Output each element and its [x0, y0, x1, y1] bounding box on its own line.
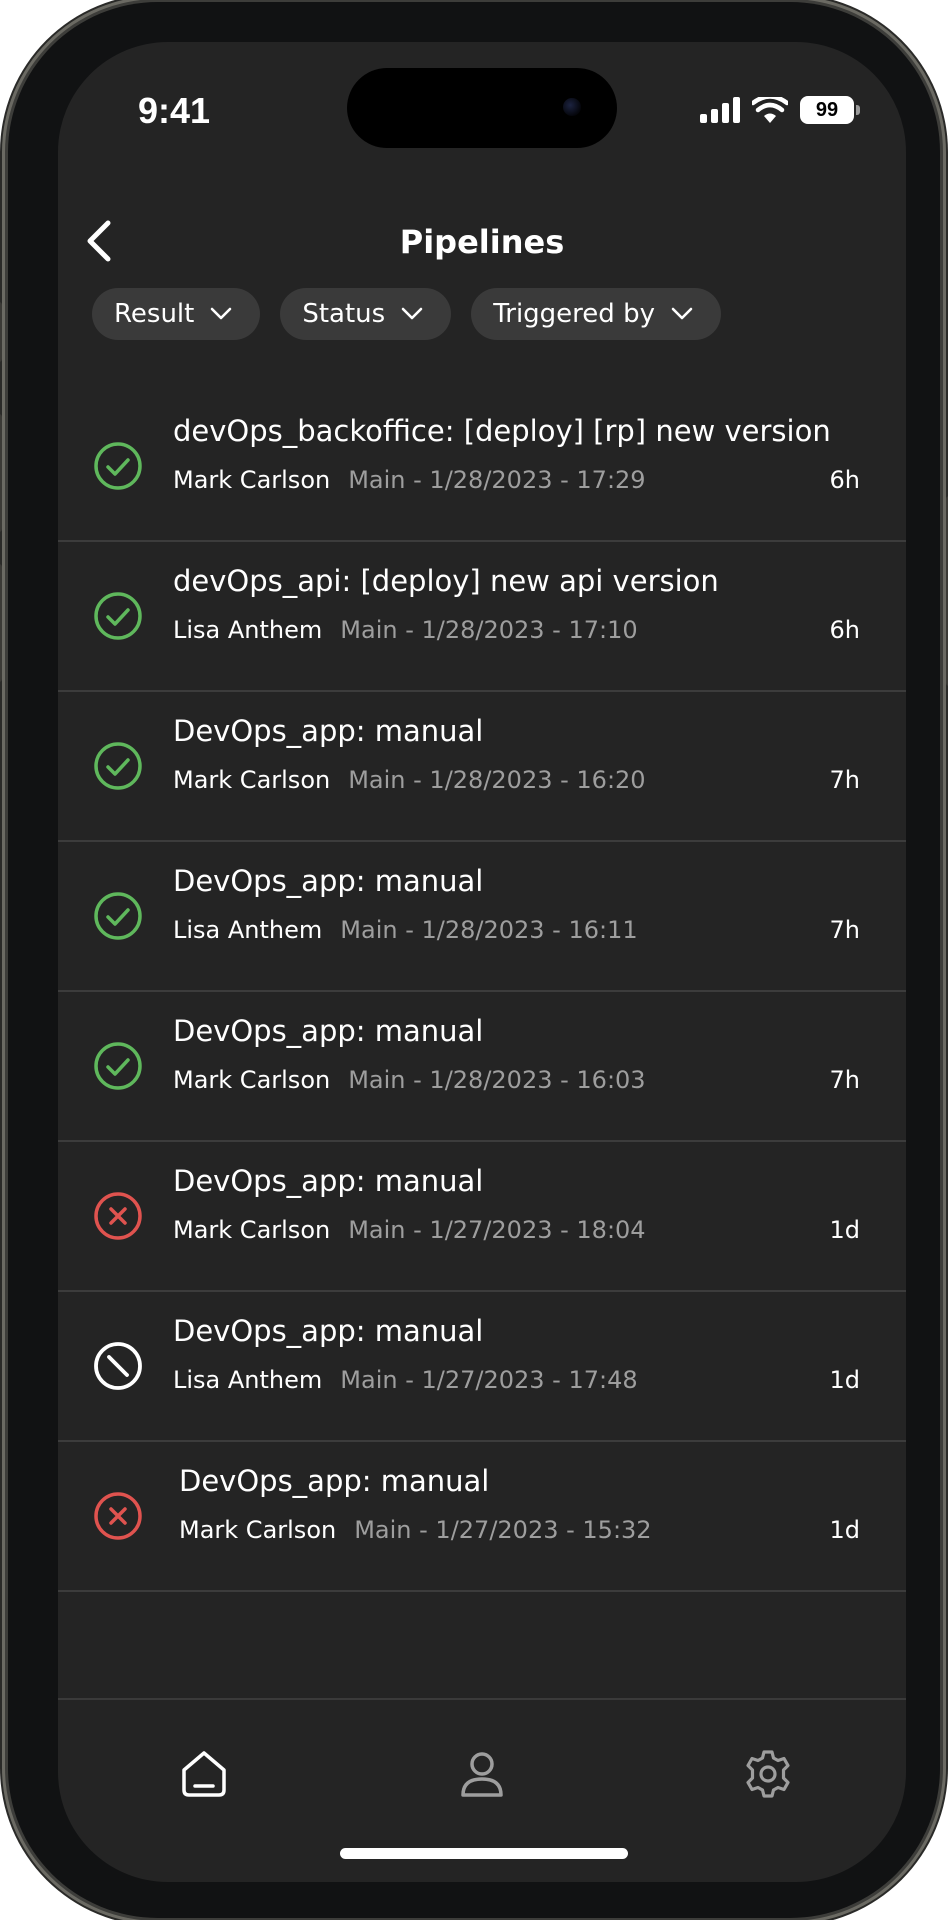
- pipeline-meta: Mark Carlson Main - 1/28/2023 - 16:20: [173, 766, 646, 794]
- chevron-down-icon: [671, 307, 693, 320]
- home-icon: [182, 1751, 226, 1797]
- tab-settings[interactable]: [740, 1746, 796, 1802]
- pipeline-author: Lisa Anthem: [173, 1366, 323, 1394]
- pipeline-row[interactable]: DevOps_app: manual Mark Carlson Main - 1/…: [58, 1442, 906, 1592]
- pipeline-branch: Main - 1/28/2023 - 16:20: [348, 766, 646, 794]
- pipeline-age: 7h: [829, 1066, 860, 1094]
- pipeline-branch: Main - 1/28/2023 - 16:11: [340, 916, 638, 944]
- phone-frame: 9:41 99 Pipelines Result Status Triggere…: [0, 2, 948, 1918]
- pipeline-age: 6h: [829, 616, 860, 644]
- pipeline-row[interactable]: devOps_backoffice: [deploy] [rp] new ver…: [58, 392, 906, 542]
- camera-icon: [563, 98, 581, 116]
- page-title: Pipelines: [399, 223, 565, 261]
- pipeline-age: 1d: [829, 1216, 860, 1244]
- success-check-icon: [94, 892, 142, 940]
- success-check-icon: [94, 442, 142, 490]
- filter-triggered-by[interactable]: Triggered by: [471, 288, 721, 340]
- pipeline-author: Lisa Anthem: [173, 916, 323, 944]
- pipeline-meta: Lisa Anthem Main - 1/28/2023 - 17:10: [173, 616, 638, 644]
- pipeline-branch: Main - 1/27/2023 - 17:48: [340, 1366, 638, 1394]
- tab-home[interactable]: [176, 1746, 232, 1802]
- tab-profile[interactable]: [454, 1746, 510, 1802]
- battery-level: 99: [815, 99, 839, 121]
- pipeline-row[interactable]: DevOps_app: manual Lisa Anthem Main - 1/2…: [58, 842, 906, 992]
- pipeline-age: 1d: [829, 1516, 860, 1544]
- pipeline-title: DevOps_app: manual: [179, 1464, 490, 1498]
- pipeline-author: Mark Carlson: [173, 466, 331, 494]
- pipeline-meta: Lisa Anthem Main - 1/28/2023 - 16:11: [173, 916, 638, 944]
- pipeline-meta: Mark Carlson Main - 1/28/2023 - 16:03: [173, 1066, 646, 1094]
- chevron-down-icon: [211, 307, 232, 320]
- pipeline-title: DevOps_app: manual: [173, 864, 484, 898]
- battery-icon: 99: [800, 96, 860, 124]
- action-button: [0, 302, 2, 362]
- pipeline-branch: Main - 1/28/2023 - 16:03: [348, 1066, 646, 1094]
- pipeline-author: Mark Carlson: [173, 1216, 331, 1244]
- pipeline-title: DevOps_app: manual: [173, 1314, 484, 1348]
- pipeline-author: Mark Carlson: [179, 1516, 337, 1544]
- filter-status[interactable]: Status: [280, 288, 452, 340]
- pipeline-author: Lisa Anthem: [173, 616, 323, 644]
- pipeline-author: Mark Carlson: [173, 766, 331, 794]
- status-icons: 99: [700, 92, 860, 128]
- pipeline-branch: Main - 1/28/2023 - 17:10: [340, 616, 638, 644]
- chevron-down-icon: [401, 307, 423, 320]
- failed-x-icon: [94, 1492, 142, 1540]
- home-indicator: [340, 1848, 628, 1859]
- pipeline-meta: Mark Carlson Main - 1/27/2023 - 18:04: [173, 1216, 646, 1244]
- pipeline-author: Mark Carlson: [173, 1066, 331, 1094]
- cellular-signal-icon: [700, 97, 740, 123]
- pipeline-row[interactable]: DevOps_app: manual Mark Carlson Main - 1/…: [58, 692, 906, 842]
- pipeline-meta: Lisa Anthem Main - 1/27/2023 - 17:48: [173, 1366, 638, 1394]
- pipeline-meta: Mark Carlson Main - 1/28/2023 - 17:29: [173, 466, 646, 494]
- app-screen: 9:41 99 Pipelines Result Status Triggere…: [58, 42, 906, 1882]
- pipeline-title: DevOps_app: manual: [173, 1164, 484, 1198]
- pipeline-row[interactable]: DevOps_app: manual Mark Carlson Main - 1/…: [58, 992, 906, 1142]
- volume-up-button: [0, 414, 2, 532]
- pipeline-branch: Main - 1/28/2023 - 17:29: [348, 466, 646, 494]
- filter-bar: Result Status Triggered by: [92, 288, 721, 340]
- settings-icon: [746, 1750, 790, 1798]
- pipeline-title: DevOps_app: manual: [173, 714, 484, 748]
- wifi-icon: [752, 97, 788, 123]
- pipeline-meta: Mark Carlson Main - 1/27/2023 - 15:32: [179, 1516, 652, 1544]
- pipeline-list: devOps_backoffice: [deploy] [rp] new ver…: [58, 392, 906, 1592]
- failed-x-icon: [94, 1192, 142, 1240]
- status-time: 9:41: [138, 90, 211, 131]
- filter-label: Status: [302, 299, 386, 329]
- dynamic-island: [347, 68, 617, 148]
- filter-label: Triggered by: [493, 299, 655, 329]
- pipeline-age: 7h: [829, 916, 860, 944]
- pipeline-branch: Main - 1/27/2023 - 18:04: [348, 1216, 646, 1244]
- pipeline-age: 7h: [829, 766, 860, 794]
- canceled-icon: [94, 1342, 142, 1390]
- success-check-icon: [94, 1042, 142, 1090]
- success-check-icon: [94, 742, 142, 790]
- profile-icon: [461, 1752, 503, 1797]
- pipeline-title: DevOps_app: manual: [173, 1014, 484, 1048]
- pipeline-branch: Main - 1/27/2023 - 15:32: [354, 1516, 652, 1544]
- pipeline-age: 6h: [829, 466, 860, 494]
- filter-result[interactable]: Result: [92, 288, 261, 340]
- filter-label: Result: [114, 299, 195, 329]
- pipeline-row[interactable]: DevOps_app: manual Mark Carlson Main - 1/…: [58, 1142, 906, 1292]
- volume-down-button: [0, 564, 2, 682]
- pipeline-row[interactable]: devOps_api: [deploy] new api version Lis…: [58, 542, 906, 692]
- pipeline-row[interactable]: DevOps_app: manual Lisa Anthem Main - 1/2…: [58, 1292, 906, 1442]
- pipeline-title: devOps_backoffice: [deploy] [rp] new ver…: [173, 414, 831, 448]
- pipeline-age: 1d: [829, 1366, 860, 1394]
- pipeline-title: devOps_api: [deploy] new api version: [173, 564, 719, 598]
- success-check-icon: [94, 592, 142, 640]
- header: Pipelines: [58, 202, 906, 282]
